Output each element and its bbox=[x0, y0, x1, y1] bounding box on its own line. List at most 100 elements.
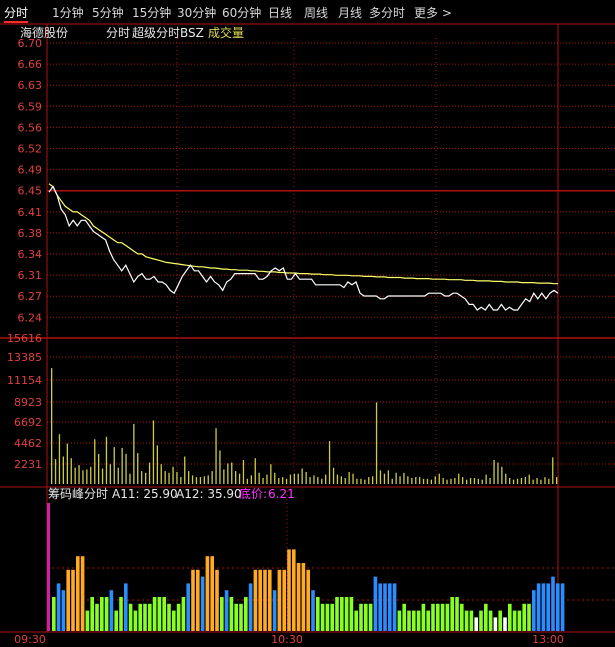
time-label-1: 10:30 bbox=[271, 633, 303, 646]
volume-bar-22 bbox=[137, 453, 139, 484]
indicator-bar-106 bbox=[560, 583, 565, 631]
volume-bar-113 bbox=[493, 460, 495, 484]
volume-bar-68 bbox=[317, 477, 319, 484]
indicator-bar-59 bbox=[335, 597, 339, 631]
indicator-bar-83 bbox=[450, 597, 454, 631]
volume-bar-28 bbox=[160, 464, 162, 484]
chip-peak-bars bbox=[47, 503, 565, 631]
volume-bar-13 bbox=[101, 468, 104, 484]
volume-bar-50 bbox=[246, 478, 248, 484]
indicator-bar-36 bbox=[224, 590, 229, 631]
indicator-bar-29 bbox=[191, 569, 195, 631]
indicator-bar-82 bbox=[445, 603, 450, 631]
price-lines bbox=[48, 183, 559, 311]
volume-bar-5 bbox=[70, 458, 72, 484]
indicator-bar-32 bbox=[205, 556, 210, 631]
average-price-line bbox=[48, 183, 558, 285]
volume-bar-7 bbox=[78, 465, 80, 484]
indicator-bar-60 bbox=[340, 597, 344, 631]
indicator-bar-87 bbox=[469, 610, 474, 631]
indicator-bar-4 bbox=[71, 569, 75, 631]
volume-bar-57 bbox=[274, 472, 276, 484]
indicator-bar-64 bbox=[359, 603, 363, 631]
indicator-bar-89 bbox=[479, 610, 483, 631]
indicator-bar-90 bbox=[484, 603, 488, 631]
price-axis: 6.706.666.636.596.566.526.496.456.416.38… bbox=[18, 37, 43, 324]
volume-bar-84 bbox=[379, 470, 382, 484]
volume-bar-55 bbox=[266, 474, 268, 484]
volume-bar-109 bbox=[477, 478, 479, 484]
indicator-bar-17 bbox=[133, 610, 138, 631]
indicator-bar-22 bbox=[157, 597, 162, 631]
volume-bar-94 bbox=[419, 477, 421, 484]
indicator-bar-67 bbox=[373, 576, 378, 631]
indicator-bar-52 bbox=[301, 563, 306, 631]
volume-bar-2 bbox=[58, 434, 61, 484]
volume-bar-33 bbox=[180, 477, 182, 484]
volume-bar-72 bbox=[332, 467, 335, 484]
volume-bar-53 bbox=[258, 472, 260, 484]
volume-bar-17 bbox=[117, 467, 119, 484]
indicator-bar-16 bbox=[128, 603, 133, 631]
volume-bar-35 bbox=[188, 471, 190, 484]
volume-bar-25 bbox=[148, 462, 151, 484]
indicator-bar-14 bbox=[119, 597, 123, 631]
time-label-2: 13:00 bbox=[532, 633, 564, 646]
volume-bar-99 bbox=[438, 473, 440, 484]
volume-bar-105 bbox=[462, 477, 464, 484]
chart-headers: 海德股份 分时 超级分时BSZ 成交量筹码峰分时 A11: 25.90A12: 35.9… bbox=[20, 25, 295, 501]
indicator-bar-92 bbox=[493, 617, 498, 631]
indicator-bar-103 bbox=[546, 583, 550, 631]
volume-bar-45 bbox=[227, 463, 229, 484]
indicator-bar-72 bbox=[397, 610, 402, 631]
indicator-bar-105 bbox=[556, 583, 560, 631]
volume-bar-37 bbox=[195, 477, 198, 484]
volume-bar-70 bbox=[325, 474, 327, 484]
volume-bar-64 bbox=[301, 468, 303, 484]
volume-bar-77 bbox=[352, 473, 354, 484]
volume-bar-6 bbox=[74, 467, 76, 484]
indicator-bar-63 bbox=[354, 610, 358, 631]
indicator-bar-53 bbox=[306, 569, 310, 631]
volume-tick-3: 8923 bbox=[14, 396, 42, 409]
volume-bar-100 bbox=[442, 478, 444, 484]
a11-value: A11: 25.90 bbox=[112, 487, 178, 501]
indicator-bar-19 bbox=[143, 603, 147, 631]
volume-tick-0: 15616 bbox=[7, 332, 42, 345]
volume-bar-39 bbox=[203, 476, 205, 484]
indicator-bar-28 bbox=[186, 583, 190, 631]
volume-bar-3 bbox=[62, 456, 64, 484]
price-tick-13: 6.24 bbox=[18, 311, 43, 324]
floor-value: 6.21 bbox=[268, 487, 295, 501]
indicator-bar-58 bbox=[330, 603, 334, 631]
indicator-bar-55 bbox=[316, 597, 320, 631]
volume-bar-40 bbox=[207, 475, 209, 484]
volume-bar-126 bbox=[544, 477, 546, 484]
volume-bar-58 bbox=[278, 478, 280, 484]
volume-bar-104 bbox=[458, 473, 460, 484]
indicator-bar-38 bbox=[234, 603, 238, 631]
indicator-name: 超级分时BSZ bbox=[132, 25, 204, 40]
volume-bar-54 bbox=[262, 478, 264, 484]
time-axis: 09:30 10:30 13:00 bbox=[14, 633, 564, 646]
volume-bars bbox=[51, 368, 558, 484]
volume-bar-56 bbox=[270, 464, 272, 484]
indicator-bar-97 bbox=[517, 610, 522, 631]
volume-bar-82 bbox=[372, 476, 374, 484]
indicator-bar-66 bbox=[368, 603, 373, 631]
indicator-bar-21 bbox=[152, 597, 157, 631]
indicator-bar-39 bbox=[239, 603, 243, 631]
volume-bar-107 bbox=[469, 478, 472, 484]
volume-bar-11 bbox=[94, 439, 96, 484]
volume-bar-65 bbox=[305, 472, 307, 484]
indicator-bar-0 bbox=[52, 597, 56, 631]
volume-bar-85 bbox=[383, 473, 386, 484]
indicator-bar-27 bbox=[181, 597, 186, 631]
volume-bar-32 bbox=[176, 472, 178, 484]
indicator-bar-43 bbox=[258, 569, 262, 631]
price-tick-2: 6.63 bbox=[18, 79, 43, 92]
volume-bar-1 bbox=[54, 459, 57, 484]
volume-bar-43 bbox=[219, 450, 221, 484]
volume-bar-111 bbox=[485, 474, 487, 484]
indicator-bar-86 bbox=[464, 610, 469, 631]
